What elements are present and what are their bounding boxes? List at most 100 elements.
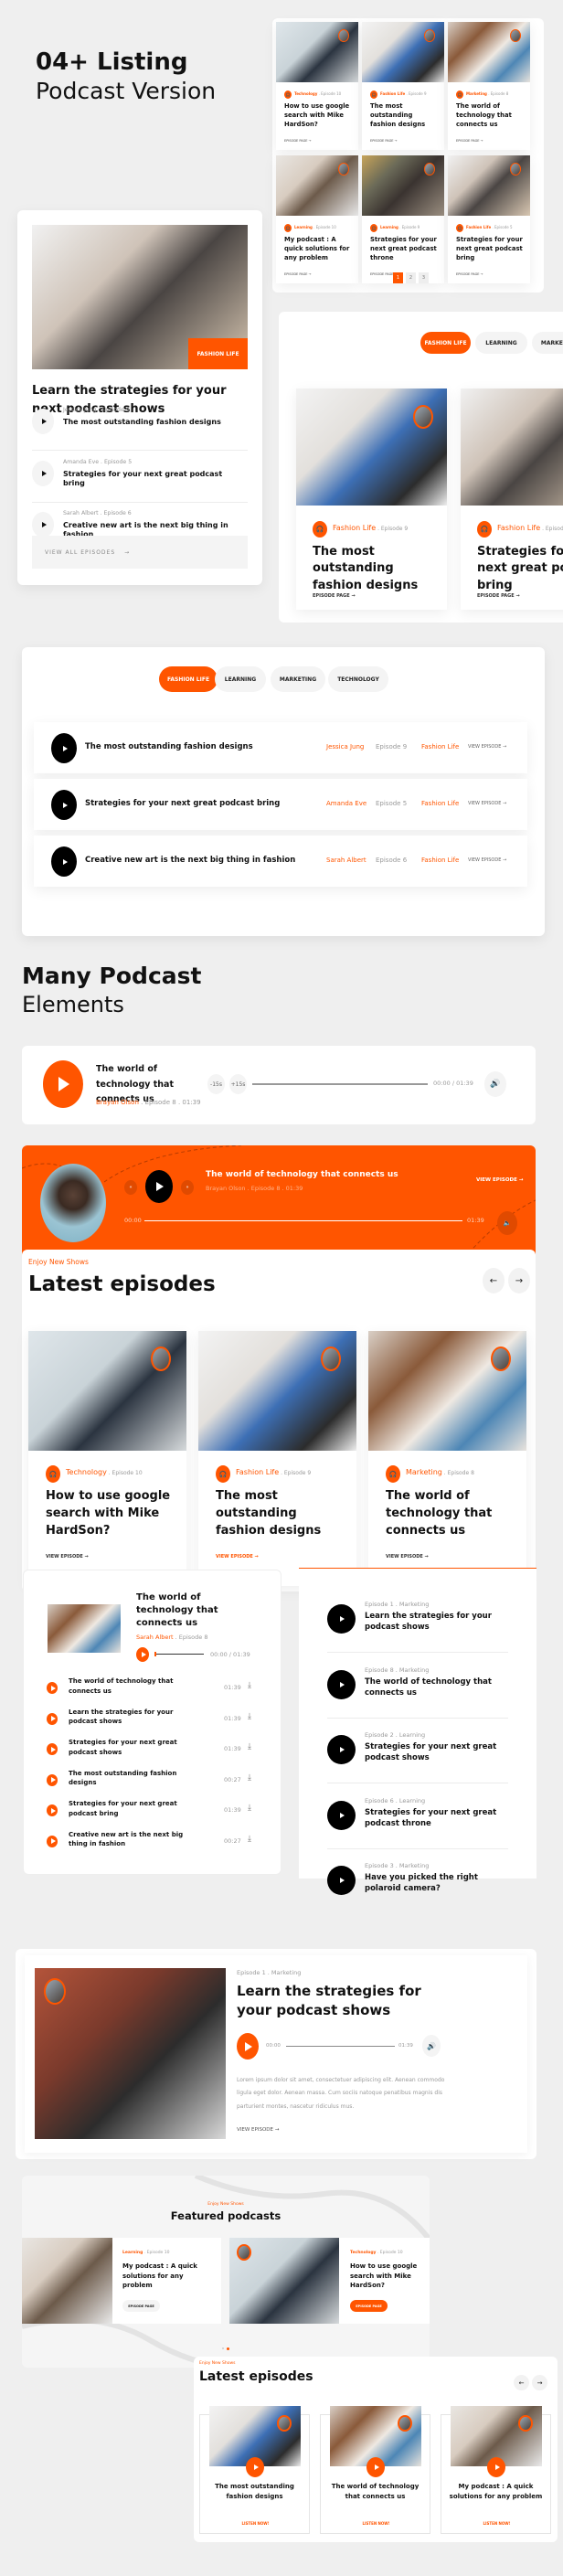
listen-now-link[interactable]: LISTEN NOW! [200,2521,311,2526]
play-button[interactable] [43,1060,83,1108]
category-link[interactable]: Fashion Life [466,225,491,229]
play-button[interactable] [327,1669,356,1699]
episode-list-item[interactable]: Episode 8 . Marketing The world of techno… [327,1666,510,1721]
play-button[interactable] [327,1866,356,1895]
download-icon[interactable]: ⤓ [248,1712,251,1721]
episode-title[interactable]: The most outstanding fashion designs [313,544,441,594]
featured-podcast-card[interactable]: Technology . Episode 10 How to use google… [229,2238,430,2324]
play-button[interactable] [366,2457,385,2477]
category-link[interactable]: Fashion Life [421,743,459,751]
episode-card[interactable]: 🎧 Technology . Episode 10 How to use googl… [276,22,358,150]
play-button[interactable] [487,2457,505,2477]
episode-row[interactable]: Creative new art is the next big thing i… [34,836,527,887]
episode-card[interactable]: The world of technology that connects us… [320,2406,431,2534]
listen-now-link[interactable]: LISTEN NOW! [321,2521,431,2526]
category-link[interactable]: Marketing [466,91,487,96]
play-button[interactable] [246,2457,264,2477]
download-icon[interactable]: ⤓ [248,1773,251,1783]
download-icon[interactable]: ⤓ [248,1742,251,1751]
page-1[interactable]: 1 [393,272,403,283]
episode-page-link[interactable]: EPISODE PAGE → [456,272,483,276]
episode-title[interactable]: The world of technology that connects us [456,102,526,130]
episode-card[interactable]: 🎧 Learning . Episode 10 My podcast : A qui… [276,155,358,283]
next-button[interactable]: → [508,1268,530,1293]
tab-fashion-life[interactable]: FASHION LIFE [420,332,471,354]
episode-title[interactable]: Strategies for your next great podcast t… [365,1807,511,1830]
download-icon[interactable]: ⤓ [248,1804,251,1813]
track-play-button[interactable] [47,1804,58,1816]
prev-button[interactable]: ← [483,1268,505,1293]
volume-button[interactable]: 🔊 [484,1071,506,1097]
episode-row[interactable]: Strategies for your next great podcast b… [34,779,527,830]
author-link[interactable]: Sarah Albert [326,857,366,865]
author-link[interactable]: Amanda Eve [326,800,366,808]
episode-page-link[interactable]: EPISODE PAGE → [477,593,520,599]
now-playing-play-button[interactable] [136,1647,149,1662]
episode-card[interactable]: 🎧 Technology . Episode 10 How to use googl… [28,1331,186,1586]
episode-page-link[interactable]: EPISODE PAGE → [284,272,312,276]
playlist-track[interactable]: The most outstanding fashion designs 00:2… [47,1769,266,1796]
category-link[interactable]: Technology [350,2251,376,2255]
playlist-track[interactable]: The world of technology that connects us… [47,1677,266,1704]
episode-title[interactable]: The most outstanding fashion designs [85,742,253,752]
episode-card[interactable]: 🎧 Marketing . Episode 8 The world of techn… [368,1331,526,1586]
episode-page-link[interactable]: EPISODE PAGE → [313,593,356,599]
episode-list-item[interactable]: Amanda Eve . Episode 5 Strategies for you… [32,459,248,506]
track-play-button[interactable] [47,1773,58,1786]
volume-button[interactable]: 🔊 [422,2035,441,2057]
prev-button[interactable]: ← [514,2375,529,2390]
play-button[interactable] [51,733,77,763]
page-3[interactable]: 3 [419,272,429,283]
category-link[interactable]: Marketing [406,1468,442,1476]
category-link[interactable]: Fashion Life [236,1468,279,1476]
progress-handle[interactable] [154,1652,156,1656]
category-link[interactable]: Fashion Life [380,91,405,96]
category-link[interactable]: Technology [66,1468,107,1476]
episode-list-item[interactable]: Jessica Jung . Episode 9 The most outstan… [32,407,248,454]
tab-marketing[interactable]: MARKETING [271,666,325,692]
episode-card[interactable]: The most outstanding fashion designs LIST… [199,2406,311,2534]
view-episode-link[interactable]: VIEW EPISODE → [216,1554,259,1559]
forward-15-button[interactable]: +15s [229,1074,247,1094]
episode-card[interactable]: 🎧 Fashion Life . Episode 9 The most outsta… [198,1331,356,1586]
play-button[interactable] [327,1735,356,1764]
tab-technology[interactable]: TECHNOLOGY [328,666,388,692]
episode-title[interactable]: Strategies for your next great podcast t… [370,236,440,263]
playlist-track[interactable]: Learn the strategies for your podcast sh… [47,1708,266,1735]
view-episode-link[interactable]: VIEW EPISODE → [46,1554,89,1559]
episode-title[interactable]: Have you picked the right polaroid camer… [365,1872,511,1895]
author-link[interactable]: Jessica Jung [326,743,364,751]
now-playing-author[interactable]: Sarah Albert [136,1634,174,1641]
episode-title[interactable]: The most outstanding fashion designs [63,418,246,427]
episode-title[interactable]: My podcast : A quick solutions for any p… [445,2482,547,2502]
episode-card[interactable]: 🎧 Fashion Life . Episode 9 The most outsta… [362,22,444,150]
track-play-button[interactable] [47,1743,58,1755]
episode-card[interactable]: 🎧 Fashion Life . Episode 5 Strategies for … [461,389,563,610]
next-button[interactable]: → [532,2375,547,2390]
view-episode-link[interactable]: VIEW EPISODE → [468,857,506,863]
play-button[interactable] [145,1170,173,1203]
episode-row[interactable]: The most outstanding fashion designs Jess… [34,722,527,773]
view-episode-link[interactable]: VIEW EPISODE → [386,1554,429,1559]
episode-page-link[interactable]: EPISODE PAGE → [284,139,312,143]
podcast-title[interactable]: How to use google search with Mike HardS… [350,2262,425,2291]
skip-forward-button[interactable]: » [181,1180,194,1195]
volume-button[interactable]: 🔈 [497,1211,517,1235]
tab-marketing[interactable]: MARKETING [532,332,563,354]
episode-title[interactable]: Strategies for your next great podcast b… [63,470,246,488]
play-button[interactable] [51,846,77,877]
episode-list-item[interactable]: Episode 3 . Marketing Have you picked the… [327,1862,510,1917]
episode-title[interactable]: Strategies for your next great podcast b… [456,236,526,263]
tab-learning[interactable]: LEARNING [475,332,527,354]
progress-bar[interactable] [144,1220,462,1221]
episode-title[interactable]: The most outstanding fashion designs [370,102,440,130]
play-button[interactable] [32,461,54,486]
listen-now-link[interactable]: LISTEN NOW! [441,2521,552,2526]
episode-page-link[interactable]: EPISODE PAGE → [370,139,398,143]
episode-title[interactable]: Creative new art is the next big thing i… [85,856,295,866]
track-play-button[interactable] [47,1835,58,1847]
skip-back-button[interactable]: « [124,1180,137,1195]
category-link[interactable]: Learning [380,225,398,229]
category-link[interactable]: Technology [294,91,317,96]
episode-list-item[interactable]: Episode 2 . Learning Strategies for your … [327,1731,510,1786]
